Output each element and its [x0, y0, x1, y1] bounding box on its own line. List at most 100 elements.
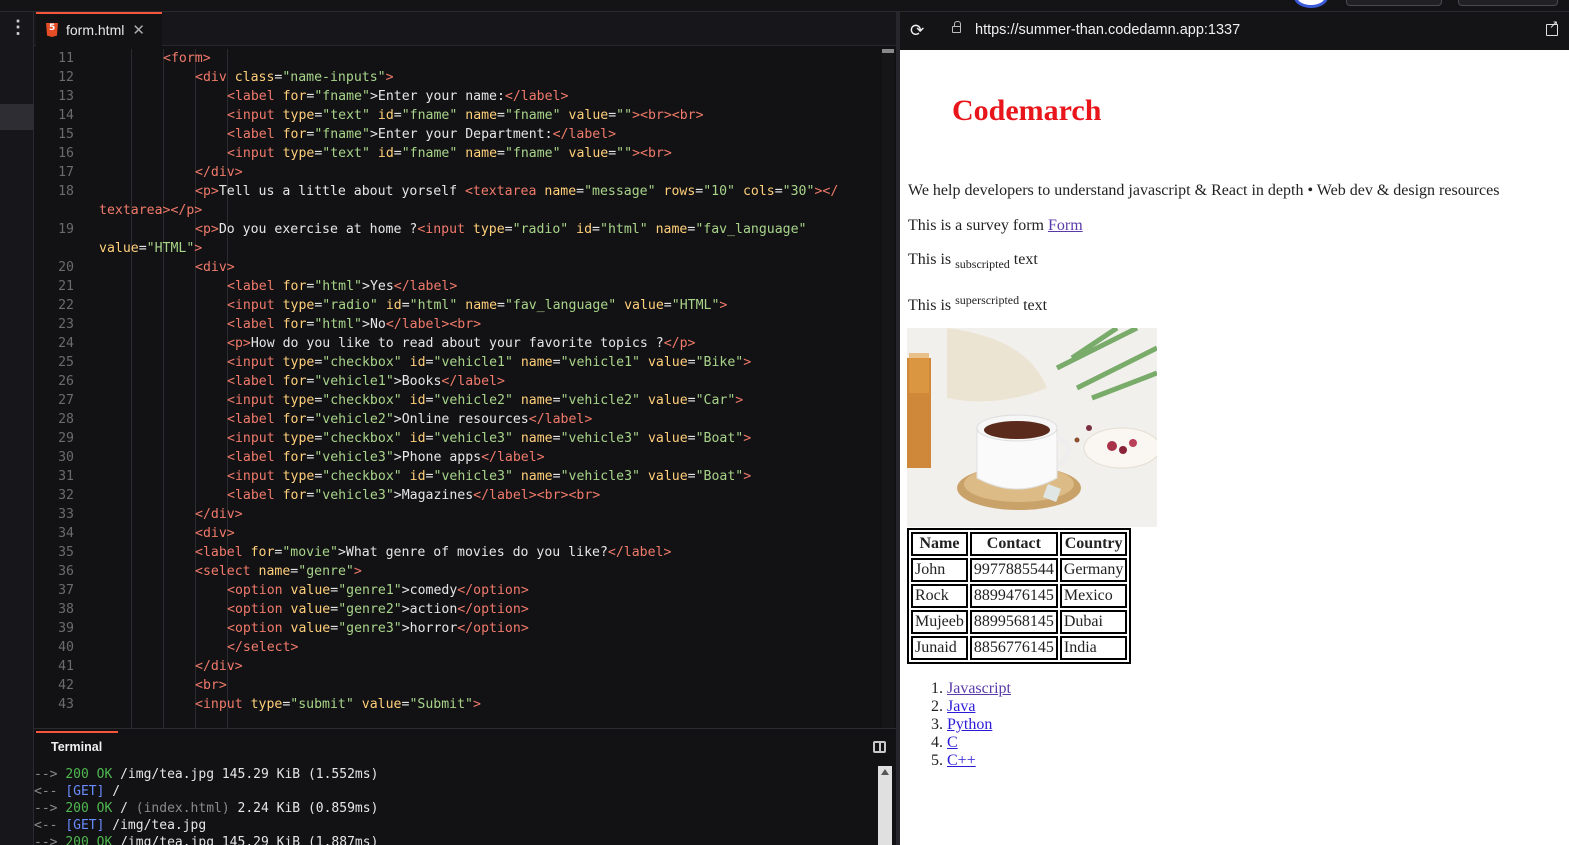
terminal-output[interactable]: --> 200 OK /img/tea.jpg 145.29 KiB (1.55… — [34, 766, 874, 845]
code-line[interactable]: 42 <br> — [34, 676, 880, 695]
code-line[interactable]: 24 <p>How do you like to read about your … — [34, 334, 880, 353]
code-line[interactable]: 31 <input type="checkbox" id="vehicle3" n… — [34, 467, 880, 486]
code-token: name — [465, 298, 498, 313]
avatar[interactable] — [1294, 0, 1328, 8]
code-line[interactable]: 19 <p>Do you exercise at home ?<input typ… — [34, 220, 880, 239]
code-line[interactable]: 37 <option value="genre1">comedy</option> — [34, 581, 880, 600]
code-line[interactable]: 21 <label for="html">Yes</label> — [34, 277, 880, 296]
line-number: 20 — [58, 260, 74, 275]
code-line[interactable]: 23 <label for="html">No</label><br> — [34, 315, 880, 334]
code-line[interactable]: 43 <input type="submit" value="Submit"> — [34, 695, 880, 714]
line-number: 30 — [58, 450, 74, 465]
code-token: </label> — [528, 412, 593, 427]
code-token: = — [504, 222, 513, 237]
top-button[interactable] — [1458, 0, 1558, 6]
line-number: 11 — [58, 51, 74, 66]
code-line[interactable]: 22 <input type="radio" id="html" name="fa… — [34, 296, 880, 315]
topic-link[interactable]: Python — [947, 716, 992, 733]
code-line[interactable]: textarea></p> — [34, 201, 880, 220]
code-token: > — [743, 431, 752, 446]
code-line[interactable]: 17 </div> — [34, 163, 880, 182]
code-token: </label> — [441, 374, 505, 389]
code-token: > — [735, 393, 744, 408]
code-line[interactable]: 16 <input type="text" id="fname" name="fn… — [34, 144, 880, 163]
tab-form-html[interactable]: form.html ✕ — [36, 12, 162, 46]
url-bar: ⟳ https://summer-than.codedamn.app:1337 — [900, 12, 1569, 50]
terminal-line: --> 200 OK /img/tea.jpg 145.29 KiB (1.88… — [34, 834, 874, 845]
close-icon[interactable]: ✕ — [132, 21, 145, 39]
code-token: <option — [227, 602, 291, 617]
split-panel-icon[interactable] — [873, 741, 886, 753]
table-header-cell: Country — [1059, 532, 1128, 556]
code-token: = — [330, 583, 339, 598]
code-line[interactable]: 29 <input type="checkbox" id="vehicle3" n… — [34, 429, 880, 448]
code-text: <input type="checkbox" id="vehicle3" nam… — [227, 429, 751, 448]
code-token: <input — [417, 222, 473, 237]
browser-preview: ⟳ https://summer-than.codedamn.app:1337 … — [900, 12, 1569, 845]
more-options-icon[interactable]: ⋮ — [9, 18, 27, 36]
code-line[interactable]: 15 <label for="fname">Enter your Departme… — [34, 125, 880, 144]
topic-link[interactable]: Javascript — [947, 680, 1011, 697]
table-cell: Junaid — [911, 636, 968, 660]
code-line[interactable]: 30 <label for="vehicle3">Phone apps</labe… — [34, 448, 880, 467]
code-token: "genre2" — [338, 602, 402, 617]
code-token: = — [552, 393, 561, 408]
code-token: "message" — [584, 184, 656, 199]
code-token: value — [624, 298, 664, 313]
code-line[interactable]: 41 </div> — [34, 657, 880, 676]
table-cell: Germany — [1059, 558, 1128, 582]
form-link[interactable]: Form — [1048, 217, 1083, 234]
top-button[interactable] — [1346, 0, 1442, 6]
code-line[interactable]: 25 <input type="checkbox" id="vehicle1" n… — [34, 353, 880, 372]
code-line[interactable]: 40 </select> — [34, 638, 880, 657]
code-token: <p> — [195, 184, 219, 199]
code-text: <label for="html">Yes</label> — [227, 277, 457, 296]
code-token: = — [497, 108, 505, 123]
tagline: We help developers to understand javascr… — [908, 182, 1500, 199]
code-token: id — [385, 298, 402, 313]
code-token: "radio" — [322, 298, 378, 313]
code-token: Do you exercise at home ? — [218, 222, 418, 237]
code-line[interactable]: 11 <form> — [34, 49, 880, 68]
editor-scrollbar[interactable] — [882, 49, 894, 728]
superscript-line: This is superscripted text — [908, 293, 1047, 315]
code-line[interactable]: 33 </div> — [34, 505, 880, 524]
code-line[interactable]: 12 <div class="name-inputs"> — [34, 68, 880, 87]
code-line[interactable]: 13 <label for="fname">Enter your name:</l… — [34, 87, 880, 106]
code-token: type — [282, 298, 315, 313]
activity-item-active[interactable] — [0, 104, 34, 130]
topic-link[interactable]: C — [947, 734, 958, 751]
code-line[interactable]: 39 <option value="genre3">horror</option> — [34, 619, 880, 638]
terminal-token: 200 OK — [65, 835, 121, 845]
code-line[interactable]: 20 <div> — [34, 258, 880, 277]
code-line[interactable]: value="HTML"> — [34, 239, 880, 258]
code-line[interactable]: 32 <label for="vehicle3">Magazines</label… — [34, 486, 880, 505]
tab-terminal[interactable]: Terminal — [36, 731, 118, 761]
code-token: "vehicle3" — [433, 431, 513, 446]
code-token: type — [282, 108, 315, 123]
code-line[interactable]: 14 <input type="text" id="fname" name="fn… — [34, 106, 880, 125]
topic-link[interactable]: C++ — [947, 752, 976, 769]
code-line[interactable]: 36 <select name="genre"> — [34, 562, 880, 581]
code-line[interactable]: 26 <label for="vehicle1">Books</label> — [34, 372, 880, 391]
superscript-text: superscripted — [955, 293, 1020, 307]
code-token: "checkbox" — [322, 431, 402, 446]
open-external-icon[interactable] — [1546, 18, 1558, 36]
terminal-token: (index.html) — [135, 801, 238, 816]
code-line[interactable]: 27 <input type="checkbox" id="vehicle2" n… — [34, 391, 880, 410]
terminal-scrollbar[interactable] — [878, 766, 892, 845]
code-line[interactable]: 35 <label for="movie">What genre of movie… — [34, 543, 880, 562]
code-line[interactable]: 38 <option value="genre2">action</option> — [34, 600, 880, 619]
code-line[interactable]: 18 <p>Tell us a little about yorself <tex… — [34, 182, 880, 201]
reload-icon[interactable]: ⟳ — [910, 22, 924, 40]
code-line[interactable]: 28 <label for="vehicle2">Online resources… — [34, 410, 880, 429]
code-token: <input — [227, 431, 283, 446]
terminal-token: /img/tea.jpg 145.29 KiB (1.552ms) — [120, 767, 379, 782]
scroll-up-icon[interactable] — [881, 769, 889, 775]
code-area[interactable]: 11 <form> 12 <div class="name-inputs"> 13 <la… — [34, 49, 896, 728]
url-input[interactable]: https://summer-than.codedamn.app:1337 — [975, 22, 1240, 38]
topic-link[interactable]: Java — [947, 698, 975, 715]
code-line[interactable]: 34 <div> — [34, 524, 880, 543]
